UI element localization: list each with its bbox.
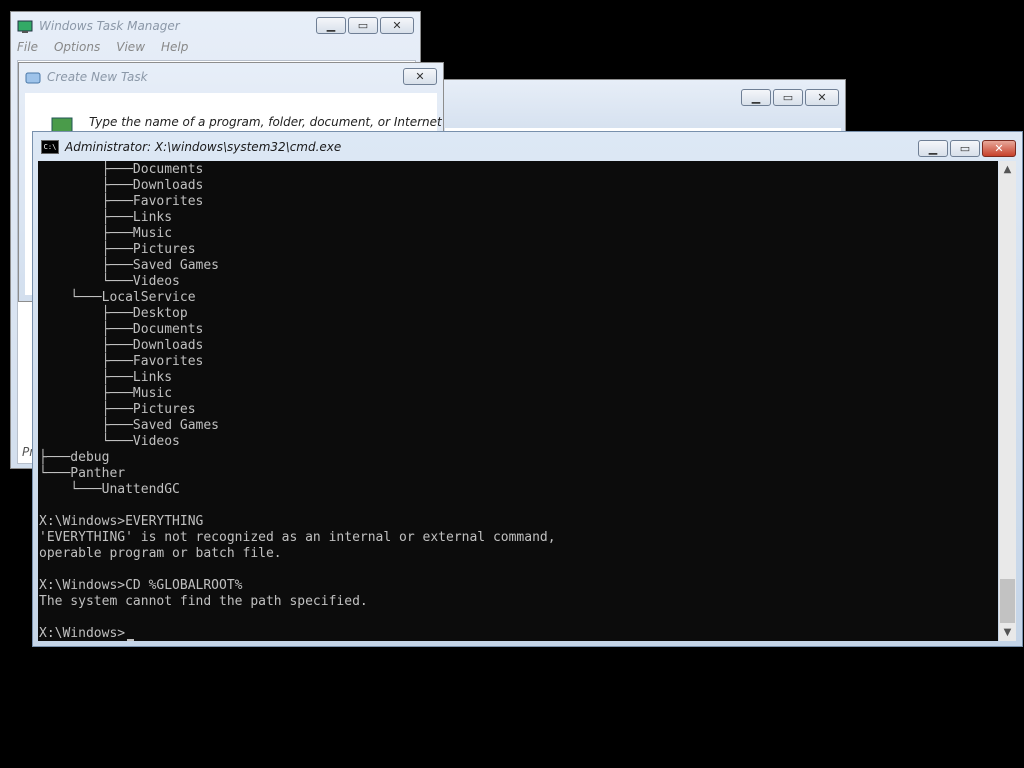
console-line: ├───Documents <box>39 322 204 337</box>
close-icon: ✕ <box>415 70 425 83</box>
console-line: ├───Documents <box>39 162 204 177</box>
console-line: X:\Windows>CD %GLOBALROOT% <box>39 578 243 593</box>
create-task-title: Create New Task <box>47 70 148 84</box>
maximize-button[interactable]: ▭ <box>773 89 803 106</box>
console-output[interactable]: ├───Documents ├───Downloads ├───Favorite… <box>38 161 998 641</box>
menu-file[interactable]: File <box>17 40 38 54</box>
scroll-up-arrow-icon[interactable]: ▲ <box>999 161 1016 178</box>
cmd-title: Administrator: X:\windows\system32\cmd.e… <box>65 140 342 154</box>
task-manager-icon <box>17 19 33 33</box>
task-manager-menubar: File Options View Help <box>17 40 188 54</box>
minimize-icon: ▁ <box>751 91 761 104</box>
console-line: └───Videos <box>39 434 180 449</box>
close-button[interactable]: ✕ <box>380 17 414 34</box>
menu-options[interactable]: Options <box>54 40 100 54</box>
console-line: ├───Links <box>39 210 173 225</box>
cmd-controls: ▁ ▭ ✕ <box>918 140 1016 157</box>
maximize-button[interactable]: ▭ <box>348 17 378 34</box>
close-icon: ✕ <box>392 19 402 32</box>
console-line: ├───Saved Games <box>39 418 220 433</box>
run-icon <box>25 70 41 84</box>
console-line: ├───Favorites <box>39 194 204 209</box>
console-line: ├───Desktop <box>39 306 188 321</box>
maximize-icon: ▭ <box>959 142 971 155</box>
minimize-button[interactable]: ▁ <box>741 89 771 106</box>
cmd-titlebar[interactable]: C:\ Administrator: X:\windows\system32\c… <box>33 132 1022 162</box>
console-line: ├───Favorites <box>39 354 204 369</box>
console-line: X:\Windows>EVERYTHING <box>39 514 204 529</box>
task-manager-controls: ▁ ▭ ✕ <box>316 17 414 34</box>
console-line: ├───Downloads <box>39 338 204 353</box>
close-icon: ✕ <box>994 142 1004 155</box>
menu-view[interactable]: View <box>116 40 145 54</box>
console-scrollbar[interactable]: ▲ ▼ <box>999 161 1016 641</box>
maximize-button[interactable]: ▭ <box>950 140 980 157</box>
close-button[interactable]: ✕ <box>403 68 437 85</box>
scroll-thumb[interactable] <box>1000 579 1015 623</box>
minimize-icon: ▁ <box>326 19 336 32</box>
console-line: X:\Windows> <box>39 626 126 641</box>
console-line: ├───Saved Games <box>39 258 220 273</box>
console-line: └───Panther <box>39 466 126 481</box>
cmd-icon: C:\ <box>41 140 59 154</box>
console-line: 'EVERYTHING' is not recognized as an int… <box>39 530 556 545</box>
console-line: ├───Pictures <box>39 402 196 417</box>
console-line: └───UnattendGC <box>39 482 180 497</box>
console-line: The system cannot find the path specifie… <box>39 594 368 609</box>
console-line: ├───Music <box>39 386 173 401</box>
create-task-prompt: Type the name of a program, folder, docu… <box>89 115 442 129</box>
minimize-button[interactable]: ▁ <box>918 140 948 157</box>
task-manager-title: Windows Task Manager <box>39 19 180 33</box>
minimize-button[interactable]: ▁ <box>316 17 346 34</box>
minimize-icon: ▁ <box>928 142 938 155</box>
console-line: ├───Downloads <box>39 178 204 193</box>
maximize-icon: ▭ <box>782 91 794 104</box>
console-line: └───Videos <box>39 274 180 289</box>
maximize-icon: ▭ <box>357 19 369 32</box>
create-task-titlebar[interactable]: Create New Task <box>19 63 443 91</box>
console-line: └───LocalService <box>39 290 196 305</box>
text-cursor <box>127 639 134 641</box>
console-line: ├───debug <box>39 450 110 465</box>
background-dialog-controls: ▁ ▭ ✕ <box>741 89 839 106</box>
create-task-controls: ✕ <box>403 68 437 85</box>
menu-help[interactable]: Help <box>161 40 188 54</box>
scroll-down-arrow-icon[interactable]: ▼ <box>999 624 1016 641</box>
console-line: operable program or batch file. <box>39 546 282 561</box>
close-button[interactable]: ✕ <box>982 140 1016 157</box>
console-line: ├───Pictures <box>39 242 196 257</box>
console-line: ├───Music <box>39 226 173 241</box>
close-button[interactable]: ✕ <box>805 89 839 106</box>
console-line: ├───Links <box>39 370 173 385</box>
background-dialog[interactable]: ▁ ▭ ✕ <box>440 79 846 140</box>
close-icon: ✕ <box>817 91 827 104</box>
